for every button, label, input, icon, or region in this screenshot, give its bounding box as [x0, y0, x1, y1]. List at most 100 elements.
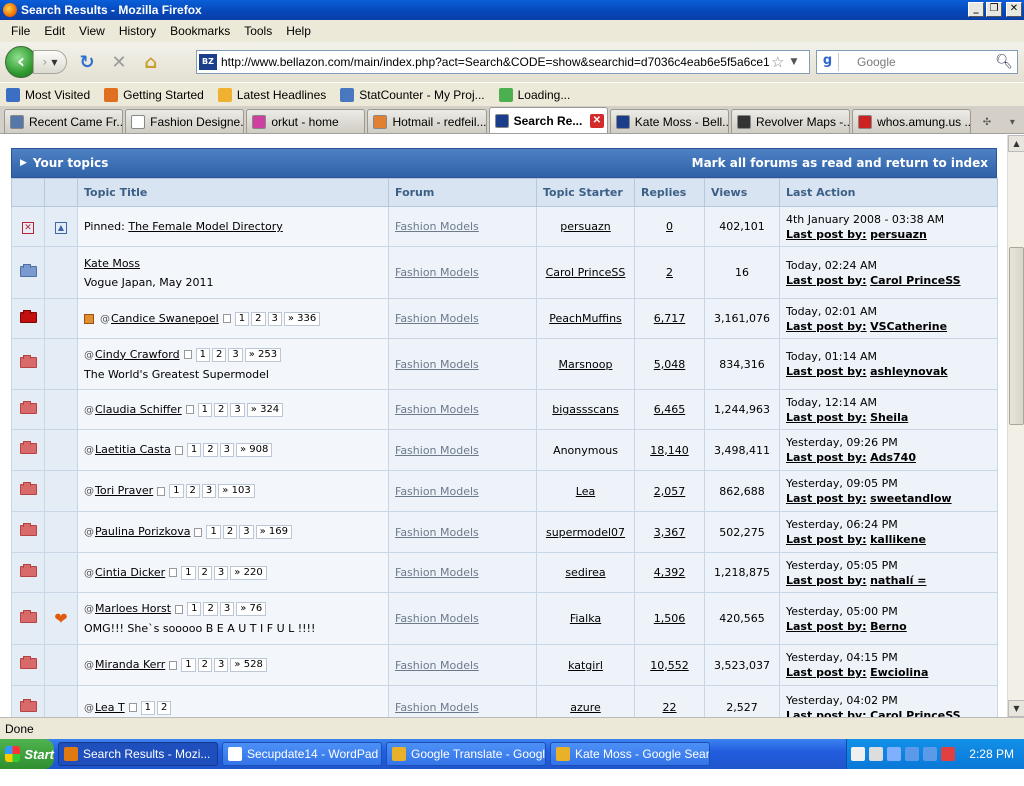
table-row[interactable]: @Tori Praver 1 2 3» 103 Fashion Models Lea 2,0…: [11, 470, 998, 512]
last-poster-link[interactable]: Carol PrinceSS: [870, 709, 961, 718]
table-row[interactable]: @Cindy Crawford 1 2 3» 253 The World's Great…: [11, 338, 998, 390]
page-link[interactable]: 2: [185, 484, 200, 498]
url-bar[interactable]: BZ http://www.bellazon.com/main/index.ph…: [196, 50, 810, 74]
search-icon[interactable]: 🔍︎: [995, 54, 1013, 70]
last-poster-link[interactable]: Berno: [870, 620, 907, 633]
last-poster-link[interactable]: Ewciolina: [870, 666, 928, 679]
header-last-action[interactable]: Last Action: [779, 178, 998, 207]
replies-link[interactable]: 22: [663, 701, 677, 714]
scroll-thumb[interactable]: [1009, 247, 1024, 425]
scroll-up-button[interactable]: ▲: [1008, 135, 1024, 152]
restore-button[interactable]: ❐: [986, 2, 1002, 17]
forward-button[interactable]: › ▼: [33, 50, 67, 74]
table-row[interactable]: ❤ @Marloes Horst 1 2 3» 76 OMG!!! She`s soooo…: [11, 592, 998, 645]
network-icon[interactable]: [869, 747, 883, 761]
forum-link[interactable]: Fashion Models: [395, 701, 479, 714]
forum-link[interactable]: Fashion Models: [395, 358, 479, 371]
home-button[interactable]: ⌂: [139, 50, 163, 74]
page-link[interactable]: 2: [197, 565, 212, 580]
page-link[interactable]: 1: [187, 602, 202, 616]
replies-link[interactable]: 2,057: [654, 485, 686, 498]
page-link[interactable]: 1: [206, 525, 221, 539]
starter-link[interactable]: Marsnoop: [559, 358, 613, 371]
forum-link[interactable]: Fashion Models: [395, 220, 479, 233]
browser-tab[interactable]: Recent Came Fr...: [4, 109, 124, 133]
last-post-label-link[interactable]: Last post by:: [786, 574, 867, 587]
page-link[interactable]: 2: [211, 347, 227, 362]
page-link[interactable]: 3: [239, 525, 254, 539]
last-post-label-link[interactable]: Last post by:: [786, 274, 867, 287]
header-forum[interactable]: Forum: [388, 178, 537, 207]
last-page-link[interactable]: » 220: [230, 565, 267, 580]
page-link[interactable]: 1: [181, 565, 196, 580]
menu-bookmarks[interactable]: Bookmarks: [163, 24, 237, 38]
page-link[interactable]: 3: [219, 443, 234, 457]
url-dropdown-icon[interactable]: ▼: [790, 57, 797, 67]
starter-link[interactable]: sedirea: [565, 566, 605, 579]
forum-link[interactable]: Fashion Models: [395, 566, 479, 579]
topic-link[interactable]: Miranda Kerr: [95, 658, 165, 671]
topic-link[interactable]: Laetitia Casta: [95, 443, 171, 456]
page-link[interactable]: 3: [228, 347, 243, 362]
page-link[interactable]: 2: [214, 402, 229, 417]
taskbar-button[interactable]: Google Translate - Googl...: [386, 742, 546, 766]
topic-link[interactable]: Candice Swanepoel: [111, 312, 219, 325]
last-poster-link[interactable]: nathalí =: [870, 574, 926, 587]
browser-tab[interactable]: Fashion Designe...: [125, 109, 245, 133]
last-poster-link[interactable]: kallikene: [870, 533, 926, 546]
last-page-link[interactable]: » 324: [246, 402, 284, 417]
page-link[interactable]: 2: [203, 443, 218, 457]
last-poster-link[interactable]: Sheila: [870, 411, 908, 424]
last-page-link[interactable]: » 528: [230, 658, 267, 672]
bookmark-star-icon[interactable]: ☆: [771, 53, 784, 71]
header-replies[interactable]: Replies: [634, 178, 705, 207]
last-poster-link[interactable]: persuazn: [870, 228, 927, 241]
page-link[interactable]: 1: [186, 443, 202, 457]
page-link[interactable]: 1: [195, 347, 210, 362]
header-views[interactable]: Views: [704, 178, 780, 207]
forum-link[interactable]: Fashion Models: [395, 266, 479, 279]
page-link[interactable]: 2: [203, 602, 218, 616]
browser-tab[interactable]: orkut - home: [246, 109, 366, 133]
browser-tab[interactable]: Kate Moss - Bell...: [609, 109, 729, 133]
replies-link[interactable]: 5,048: [654, 358, 686, 371]
page-link[interactable]: 1: [169, 484, 184, 498]
bookmark-item[interactable]: Getting Started: [104, 87, 204, 102]
page-link[interactable]: 2: [157, 700, 172, 715]
monitor-icon[interactable]: [905, 747, 919, 761]
page-link[interactable]: 3: [219, 602, 235, 616]
table-row[interactable]: @Miranda Kerr 1 2 3» 528 Fashion Models katgi…: [11, 644, 998, 686]
last-post-label-link[interactable]: Last post by:: [786, 666, 867, 679]
replies-link[interactable]: 0: [666, 220, 673, 233]
replies-link[interactable]: 1,506: [654, 612, 686, 625]
last-post-label-link[interactable]: Last post by:: [786, 620, 867, 633]
replies-link[interactable]: 10,552: [650, 659, 689, 672]
tab-close-icon[interactable]: ✕: [589, 113, 604, 128]
mark-all-read-link[interactable]: Mark all forums as read and return to in…: [692, 156, 988, 170]
replies-link[interactable]: 6,717: [654, 312, 686, 325]
topic-link[interactable]: Paulina Porizkova: [95, 525, 190, 538]
header-topic-title[interactable]: Topic Title: [77, 178, 389, 207]
topic-link[interactable]: Tori Praver: [95, 484, 153, 497]
replies-link[interactable]: 18,140: [650, 444, 689, 457]
browser-tab[interactable]: Revolver Maps -...: [730, 109, 851, 133]
last-post-label-link[interactable]: Last post by:: [786, 228, 867, 241]
last-post-label-link[interactable]: Last post by:: [786, 533, 867, 546]
forum-link[interactable]: Fashion Models: [395, 659, 479, 672]
last-post-label-link[interactable]: Last post by:: [786, 411, 867, 424]
last-poster-link[interactable]: ashleynovak: [870, 365, 948, 378]
forum-link[interactable]: Fashion Models: [395, 403, 479, 416]
last-page-link[interactable]: » 169: [255, 525, 292, 539]
taskbar-button[interactable]: Secupdate14 - WordPad: [222, 742, 382, 766]
starter-link[interactable]: persuazn: [560, 220, 610, 233]
menu-file[interactable]: File: [4, 24, 37, 38]
table-row[interactable]: @Candice Swanepoel 1 2 3» 336 Fashion Models…: [11, 298, 998, 339]
taskbar-button[interactable]: Kate Moss - Google Sear...: [550, 742, 710, 766]
header-topic-starter[interactable]: Topic Starter: [536, 178, 635, 207]
topic-link[interactable]: Marloes Horst: [95, 602, 171, 615]
stop-button[interactable]: ✕: [107, 50, 131, 74]
last-post-label-link[interactable]: Last post by:: [786, 492, 867, 505]
tab-dropdown-icon[interactable]: ▾: [1001, 111, 1024, 133]
page-link[interactable]: 3: [230, 402, 245, 417]
taskbar-button[interactable]: Search Results - Mozi...: [58, 742, 218, 766]
